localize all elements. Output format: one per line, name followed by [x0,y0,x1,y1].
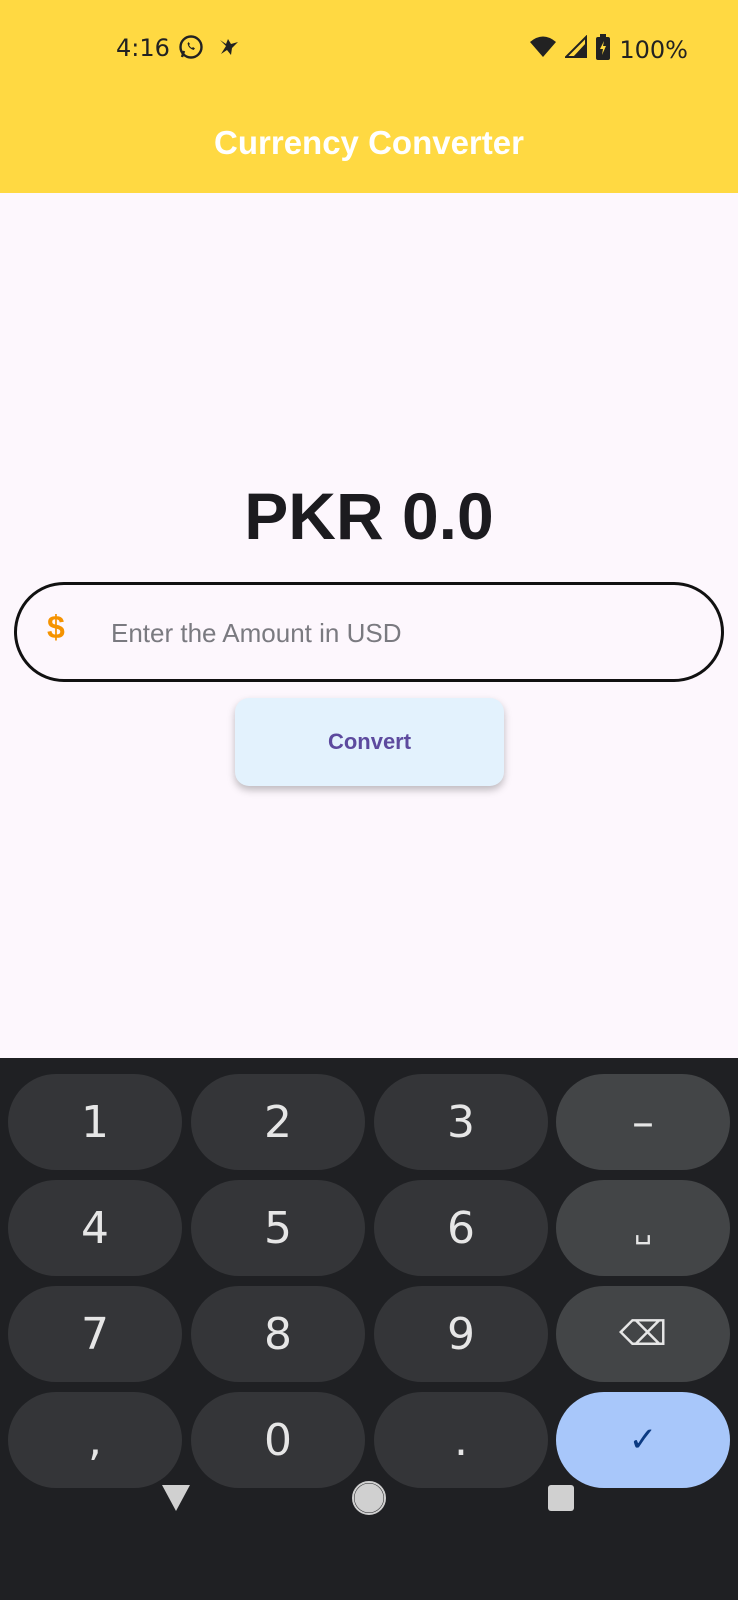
top-bar: 4:16 100% Currency Converter [0,0,738,193]
amount-field[interactable]: $ [14,582,724,682]
home-icon[interactable] [339,1468,399,1528]
key-7[interactable]: 7 [8,1286,182,1382]
wifi-icon [529,35,557,64]
key-minus[interactable]: – [556,1074,730,1170]
signal-icon [563,34,588,64]
navigation-bar [0,1468,738,1600]
key-1[interactable]: 1 [8,1074,182,1170]
key-space[interactable]: ␣ [556,1180,730,1276]
conversion-result: PKR 0.0 [244,479,494,553]
battery-charging-icon [595,34,611,65]
status-bar: 4:16 100% [0,0,738,96]
battery-percent: 100% [619,35,688,64]
app-title: Currency Converter [214,124,524,161]
key-4[interactable]: 4 [8,1180,182,1276]
whatsapp-icon [178,34,204,65]
dollar-icon: $ [47,609,65,645]
key-2[interactable]: 2 [191,1074,365,1170]
recents-icon[interactable] [531,1468,591,1528]
app-screen: 4:16 100% Currency Converter PKR 0.0 $ E… [0,0,738,1600]
notification-icon [218,36,240,63]
key-5[interactable]: 5 [191,1180,365,1276]
convert-button[interactable]: Convert [235,698,504,786]
key-3[interactable]: 3 [374,1074,548,1170]
key-6[interactable]: 6 [374,1180,548,1276]
key-8[interactable]: 8 [191,1286,365,1382]
back-icon[interactable] [146,1468,206,1528]
status-time: 4:16 [116,34,170,62]
backspace-key[interactable]: ⌫ [556,1286,730,1382]
amount-input[interactable] [111,611,671,655]
key-9[interactable]: 9 [374,1286,548,1382]
